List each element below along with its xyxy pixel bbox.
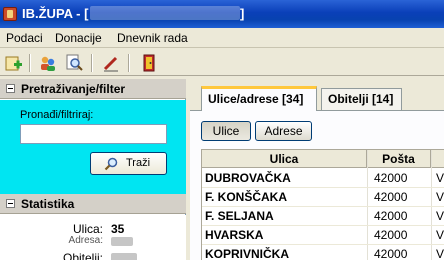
grid-header: Ulica Pošta	[202, 150, 444, 168]
menu-donacije[interactable]: Donacije	[55, 31, 102, 45]
menu-bar: Podaci Donacije Dnevnik rada	[0, 28, 444, 48]
preview-icon[interactable]	[63, 52, 85, 74]
filter-section-title: Pretraživanje/filter	[21, 82, 126, 96]
street-cell: DUBROVAČKA	[205, 171, 291, 185]
place-cell: V	[436, 171, 444, 185]
search-button-label: Traži	[126, 157, 151, 169]
left-panel: Pretraživanje/filter Pronađi/filtriraj: …	[0, 79, 186, 260]
tab-streets-addresses[interactable]: Ulice/adrese [34]	[201, 86, 317, 111]
exit-door-icon[interactable]	[138, 52, 160, 74]
family-count-label: Obitelji:	[62, 251, 103, 260]
post-cell: 42000	[374, 228, 408, 242]
toolbar-separator	[128, 54, 130, 72]
window-title-end: ]	[240, 6, 245, 21]
street-count-label: Ulica:	[72, 222, 103, 236]
place-cell: V	[436, 247, 444, 260]
app-icon[interactable]	[3, 7, 17, 21]
post-cell: 42000	[374, 209, 408, 223]
right-panel: Ulice/adrese [34] Obitelji [14] Ulice Ad…	[190, 79, 444, 260]
table-row[interactable]: KOPRIVNIČKA 42000 V	[202, 245, 444, 260]
stats-section-body: Ulica: 35 Adresa: Obitelji:	[0, 215, 186, 260]
post-cell: 42000	[374, 190, 408, 204]
table-row[interactable]: HVARSKA 42000 V	[202, 226, 444, 245]
street-count-value: 35	[111, 222, 125, 236]
filter-label: Pronađi/filtriraj:	[20, 109, 94, 121]
tab-content: Ulice Adrese Ulica Pošta DUBROVAČKA 4200…	[190, 110, 444, 260]
column-header-street[interactable]: Ulica	[202, 150, 367, 168]
add-document-icon[interactable]	[3, 52, 25, 74]
column-header-post[interactable]: Pošta	[367, 150, 431, 168]
table-row[interactable]: F. KONŠČAKA 42000 V	[202, 188, 444, 207]
table-row[interactable]: F. SELJANA 42000 V	[202, 207, 444, 226]
filter-section-body: Pronađi/filtriraj: Traži	[0, 100, 186, 194]
tab-families[interactable]: Obitelji [14]	[321, 88, 402, 110]
street-cell: F. SELJANA	[205, 209, 274, 223]
search-button[interactable]: Traži	[90, 152, 167, 175]
post-cell: 42000	[374, 247, 408, 260]
street-cell: F. KONŠČAKA	[205, 190, 288, 204]
stats-section-title: Statistika	[21, 197, 75, 211]
addresses-toggle-button[interactable]: Adrese	[255, 121, 312, 141]
streets-toggle-button[interactable]: Ulice	[201, 121, 251, 141]
family-count-redacted	[111, 253, 137, 260]
toolbar-separator	[29, 54, 31, 72]
menu-dnevnik-rada[interactable]: Dnevnik rada	[117, 31, 188, 45]
toolbar-separator	[91, 54, 93, 72]
tab-strip: Ulice/adrese [34] Obitelji [14]	[190, 79, 444, 111]
place-cell: V	[436, 209, 444, 223]
place-cell: V	[436, 228, 444, 242]
menu-podaci[interactable]: Podaci	[6, 31, 43, 45]
street-cell: KOPRIVNIČKA	[205, 247, 290, 260]
people-icon[interactable]	[37, 52, 59, 74]
title-bar: IB.ŽUPA - [ ]	[0, 0, 444, 28]
edit-icon[interactable]	[100, 52, 122, 74]
table-row[interactable]: DUBROVAČKA 42000 V	[202, 169, 444, 188]
collapse-icon[interactable]	[6, 84, 15, 93]
toolbar	[0, 49, 444, 76]
address-count-redacted	[111, 237, 133, 246]
window-title-redacted	[90, 6, 240, 20]
address-count-label: Adresa:	[68, 235, 103, 246]
post-cell: 42000	[374, 171, 408, 185]
collapse-icon[interactable]	[6, 199, 15, 208]
filter-section-header[interactable]: Pretraživanje/filter	[0, 79, 186, 99]
street-cell: HVARSKA	[205, 228, 264, 242]
filter-input[interactable]	[20, 124, 167, 144]
window-title: IB.ŽUPA - [	[22, 6, 89, 21]
place-cell: V	[436, 190, 444, 204]
streets-grid: Ulica Pošta DUBROVAČKA 42000 V F. KONŠČA…	[201, 149, 444, 260]
search-icon	[104, 157, 118, 171]
stats-section-header[interactable]: Statistika	[0, 194, 186, 214]
